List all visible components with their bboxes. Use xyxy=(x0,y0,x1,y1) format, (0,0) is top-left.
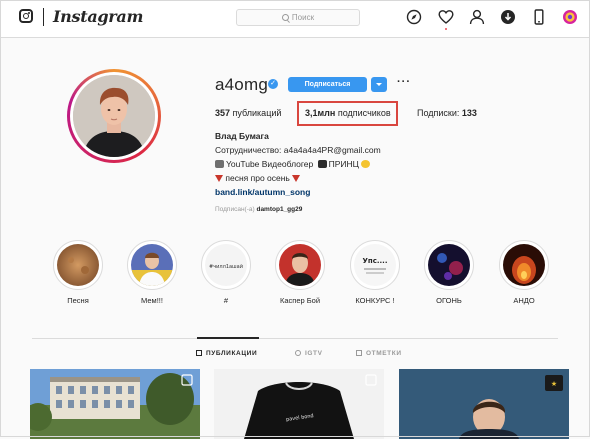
smiley-emoji-icon xyxy=(361,160,371,168)
bio-contact-line: Сотрудничество: a4a4a4a4PR@gmail.com xyxy=(215,145,381,155)
more-options-button[interactable]: ··· xyxy=(397,76,411,88)
clapper-emoji-icon xyxy=(317,160,327,168)
profile-icon[interactable] xyxy=(469,9,485,25)
story-label: ОГОНЬ xyxy=(436,296,462,305)
story-thumbnail: Упс.... xyxy=(354,244,396,286)
story-highlight[interactable]: АНДО xyxy=(494,240,554,305)
story-label: Каспер Бой xyxy=(279,296,321,305)
story-thumbnail xyxy=(57,244,99,286)
instagram-glyph-icon[interactable] xyxy=(19,9,33,23)
tab-igtv[interactable]: IGTV xyxy=(295,350,323,357)
story-label: Песня xyxy=(67,296,89,305)
story-highlight[interactable]: Каспер Бой xyxy=(270,240,330,305)
igtv-icon xyxy=(295,350,301,356)
search-input[interactable]: Поиск xyxy=(236,9,360,26)
story-highlight[interactable]: ОГОНЬ xyxy=(419,240,479,305)
profile-username: a4omg xyxy=(215,75,268,94)
following-count-stat[interactable]: Подписки: 133 xyxy=(417,108,477,118)
followers-highlight-box xyxy=(297,101,398,126)
bio-song-line: песня про осень xyxy=(215,173,301,183)
post-thumbnail[interactable]: ★ xyxy=(399,369,569,439)
posts-count-stat: 357 публикаций xyxy=(215,108,282,118)
search-placeholder: Поиск xyxy=(291,13,315,22)
subscribe-button[interactable]: Подписаться xyxy=(288,77,367,92)
compass-icon[interactable] xyxy=(406,9,422,25)
verified-badge-icon: ✓ xyxy=(268,79,278,89)
story-label: # xyxy=(223,296,229,305)
story-thumbnail xyxy=(428,244,470,286)
tv-emoji-icon xyxy=(215,160,224,168)
story-highlight[interactable]: Мем!!! xyxy=(122,240,182,305)
story-thumbnail xyxy=(131,244,173,286)
svg-text:#чилл1ашай: #чилл1ашай xyxy=(209,263,243,270)
bio-full-name: Влад Бумага xyxy=(215,131,269,141)
followed-by-line: Подписан(-а) damtop1_gg29 xyxy=(215,206,303,213)
story-label: КОНКУРС ! xyxy=(355,296,395,305)
tagged-user-icon xyxy=(356,350,362,356)
tab-tagged[interactable]: ОТМЕТКИ xyxy=(356,350,402,357)
story-highlight[interactable]: #чилл1ашай # xyxy=(196,240,256,305)
story-thumbnail xyxy=(503,244,545,286)
notification-dot xyxy=(445,28,447,30)
top-navigation-bar: Instagram Поиск xyxy=(0,0,590,38)
post-thumbnail[interactable]: pavel bond xyxy=(214,369,384,439)
story-label: Мем!!! xyxy=(141,296,163,305)
search-icon xyxy=(281,13,289,21)
story-thumbnail xyxy=(279,244,321,286)
download-icon[interactable] xyxy=(500,9,516,25)
story-highlight[interactable]: Песня xyxy=(48,240,108,305)
browser-extension-icon[interactable] xyxy=(562,9,578,25)
active-tab-indicator xyxy=(197,337,259,339)
avatar-photo xyxy=(73,75,155,157)
story-highlight[interactable]: Упс.... КОНКУРС ! xyxy=(345,240,405,305)
red-triangle-icon xyxy=(292,175,301,182)
story-thumbnail: #чилл1ашай xyxy=(205,244,247,286)
post-thumbnail[interactable] xyxy=(30,369,200,439)
svg-text:Упс....: Упс.... xyxy=(362,257,387,265)
heart-icon[interactable] xyxy=(438,9,454,25)
logo-divider xyxy=(43,8,44,26)
red-triangle-icon xyxy=(215,175,223,182)
profile-avatar[interactable] xyxy=(67,69,161,163)
grid-icon xyxy=(196,350,202,356)
tabs-divider xyxy=(32,338,558,339)
suggested-accounts-dropdown-button[interactable] xyxy=(371,77,387,92)
instagram-wordmark[interactable]: Instagram xyxy=(53,7,143,26)
tab-publications[interactable]: ПУБЛИКАЦИИ xyxy=(196,350,257,357)
story-label: АНДО xyxy=(513,296,535,305)
svg-text:★: ★ xyxy=(551,380,557,388)
bio-description-line: YouTube Видеоблогер ПРИНЦ xyxy=(215,159,372,169)
bio-website-link[interactable]: band.link/autumn_song xyxy=(215,187,310,197)
phone-icon[interactable] xyxy=(531,9,547,25)
